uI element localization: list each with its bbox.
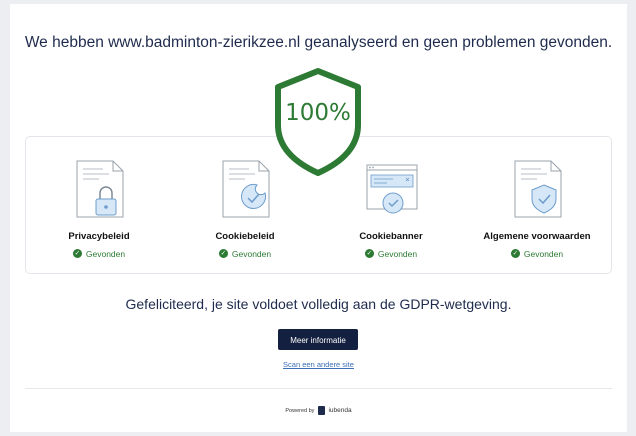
iubenda-logo-icon (317, 406, 325, 415)
document-title: Cookiebeleid (215, 231, 275, 242)
powered-by-footer: Powered by iubenda (10, 406, 627, 415)
score-value: 100% (285, 100, 351, 126)
report-panel: We hebben www.badminton-zierikzee.nl gea… (10, 4, 627, 432)
document-title: Privacybeleid (68, 231, 130, 242)
congrats-message: Gefeliciteerd, je site voldoet volledig … (125, 296, 512, 312)
scan-other-site-link[interactable]: Scan een andere site (10, 360, 627, 369)
more-info-button[interactable]: Meer informatie (278, 329, 358, 350)
document-terms: Algemene voorwaarden ✓ Gevonden (464, 159, 610, 264)
score-shield: 100% (272, 67, 364, 177)
document-title: Algemene voorwaarden (483, 231, 591, 242)
status-found: ✓ Gevonden (364, 249, 418, 259)
cookie-policy-icon (222, 160, 270, 218)
check-circle-icon: ✓ (72, 249, 82, 259)
status-found: ✓ Gevonden (218, 249, 272, 259)
powered-by-label: Powered by (285, 407, 315, 414)
status-found: ✓ Gevonden (510, 249, 564, 259)
terms-shield-icon (514, 160, 562, 218)
divider (25, 388, 612, 389)
status-found: ✓ Gevonden (72, 249, 126, 259)
check-circle-icon: ✓ (218, 249, 228, 259)
check-circle-icon: ✓ (364, 249, 374, 259)
document-privacy-policy: Privacybeleid ✓ Gevonden (26, 159, 172, 264)
document-title: Cookiebanner (359, 231, 423, 242)
cookie-banner-icon (366, 164, 418, 214)
headline: We hebben www.badminton-zierikzee.nl gea… (24, 34, 613, 51)
privacy-policy-lock-icon (76, 160, 124, 218)
check-circle-icon: ✓ (510, 249, 520, 259)
brand-name: iubenda (328, 407, 352, 414)
